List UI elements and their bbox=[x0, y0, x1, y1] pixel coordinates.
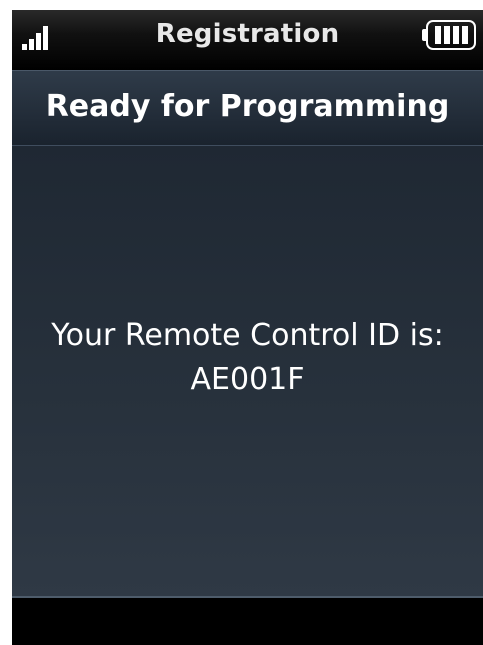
softkey-bar bbox=[12, 598, 483, 645]
status-title: Registration bbox=[155, 19, 340, 49]
device-screen: Registration Ready for Programming Your … bbox=[12, 10, 483, 645]
remote-id-message: Your Remote Control ID is: AE001F bbox=[12, 314, 483, 402]
content-panel: Your Remote Control ID is: AE001F bbox=[12, 146, 483, 598]
status-bar: Registration bbox=[12, 10, 483, 70]
remote-id-label: Your Remote Control ID is: bbox=[51, 318, 444, 353]
screen-header: Ready for Programming bbox=[12, 70, 483, 146]
page-title: Ready for Programming bbox=[45, 89, 450, 124]
remote-id-value: AE001F bbox=[190, 362, 305, 397]
battery-icon bbox=[422, 20, 476, 50]
